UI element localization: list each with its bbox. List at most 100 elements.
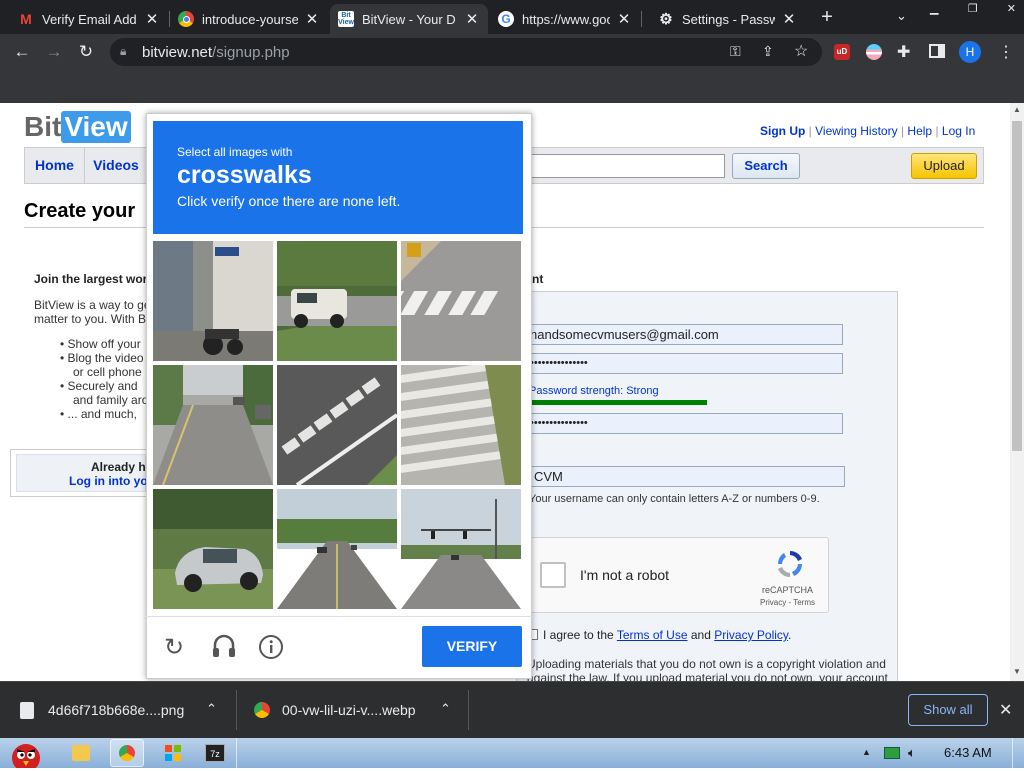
back-icon[interactable]: ← [10,40,34,64]
tab-settings[interactable]: ⚙ Settings - Passw ✕ [650,4,805,34]
clock[interactable]: 6:43 AM [944,745,992,760]
recaptcha-terms-link[interactable]: Terms [793,598,815,607]
7zip-icon[interactable]: 7z [205,744,225,762]
list-item: or cell phone [73,365,142,379]
list-item: • Show off your [60,337,141,351]
nav-home[interactable]: Home [25,148,85,183]
avatar[interactable]: H [959,41,981,63]
tab-strip: M Verify Email Add ✕ introduce-yoursel ✕… [0,0,1024,34]
url-path: /signup.php [212,44,290,61]
info-icon[interactable] [258,634,284,660]
flag-extension-icon[interactable] [866,44,882,60]
new-tab-button[interactable]: + [816,6,838,28]
chevron-up-icon[interactable]: ⌃ [206,701,217,717]
windows-logo-icon[interactable] [164,744,182,762]
reload-icon[interactable]: ↻ [74,40,98,64]
taskbar-chrome[interactable] [110,739,144,767]
chrome-icon [254,702,270,718]
captcha-tile[interactable] [153,365,273,485]
verify-button[interactable]: VERIFY [422,626,522,667]
privacy-link[interactable]: Privacy Policy [714,628,788,642]
tab-introduce[interactable]: introduce-yoursel ✕ [170,4,328,34]
form-heading: nt [532,272,544,286]
help-link[interactable]: Help [907,124,932,138]
sidebar-icon[interactable] [929,44,945,58]
login-link[interactable]: Log In [942,124,975,138]
username-field[interactable]: CVM [529,466,845,487]
show-desktop-button[interactable] [1012,738,1024,768]
captcha-tile[interactable] [401,365,521,485]
show-all-button[interactable]: Show all [908,694,988,726]
upload-button[interactable]: Upload [911,153,977,179]
scrollbar[interactable]: ▲ ▼ [1010,103,1024,681]
taskbar: 7z ▲ 🔈︎ 6:43 AM [0,738,1024,771]
password-strength-label: Password strength: Strong [529,385,659,397]
file-icon [20,702,34,719]
page-title: Create your [24,200,136,222]
nav-videos[interactable]: Videos [85,148,147,183]
star-icon[interactable]: ☆ [794,41,808,61]
recaptcha-widget: I'm not a robot reCAPTCHA Privacy - Term… [527,537,829,613]
password-field[interactable]: ••••••••••••••• [525,353,843,374]
captcha-tile[interactable] [401,241,521,361]
viewing-history-link[interactable]: Viewing History [815,124,897,138]
captcha-tile[interactable] [401,489,521,609]
close-icon[interactable]: ✕ [781,10,797,28]
gear-icon: ⚙ [659,11,673,28]
close-icon[interactable]: ✕ [464,10,480,28]
close-icon[interactable]: ✕ [616,10,632,28]
captcha-tile[interactable] [277,489,397,609]
recaptcha-privacy-link[interactable]: Privacy [760,598,786,607]
chevron-up-icon[interactable]: ⌃ [440,701,451,717]
top-links: Sign Up | Viewing History | Help | Log I… [760,124,976,138]
lock-icon: 🔒︎ [120,44,127,58]
captcha-tile[interactable] [277,241,397,361]
close-icon[interactable]: ✕ [144,10,160,28]
join-heading: Join the largest wor [34,272,148,286]
tab-google[interactable]: G https://www.goo ✕ [490,4,640,34]
download-item-2[interactable]: 00-vw-lil-uzi-v....webp [282,702,416,718]
tab-bitview[interactable]: Bit View BitView - Your D ✕ [330,4,488,34]
close-icon[interactable]: ✕ [304,10,320,28]
login-into-link[interactable]: Log in into yo [69,474,148,488]
restore-icon[interactable]: ❐ [968,2,978,18]
volume-icon[interactable]: 🔈︎ [908,745,916,761]
forward-icon[interactable]: → [42,40,66,64]
captcha-tile[interactable] [153,241,273,361]
captcha-tile[interactable] [277,365,397,485]
headphones-icon[interactable] [211,633,237,659]
menu-icon[interactable]: ⋮ [998,42,1014,62]
email-field[interactable]: handsomecvmusers@gmail.com [525,324,843,345]
download-item-1[interactable]: 4d66f718b668e....png [48,702,184,718]
signup-form: handsomecvmusers@gmail.com •••••••••••••… [516,291,898,681]
password-strength-bar [529,400,707,405]
chevron-down-icon[interactable]: ⌄ [896,8,907,24]
username-hint: Your username can only contain letters A… [529,493,820,505]
search-input[interactable] [505,154,725,178]
intro-text-1: BitView is a way to ge [34,298,151,312]
terms-link[interactable]: Terms of Use [617,628,688,642]
close-window-icon[interactable]: ✕ [1007,2,1024,18]
recaptcha-checkbox[interactable] [540,562,566,588]
confirm-password-field[interactable]: ••••••••••••••• [525,413,843,434]
tab-gmail[interactable]: M Verify Email Add ✕ [10,4,168,34]
folder-icon[interactable] [72,745,90,761]
network-icon[interactable] [884,747,900,759]
key-icon[interactable]: ⚿ [730,43,741,60]
share-icon[interactable]: ⇪ [762,43,774,60]
minimize-icon[interactable]: ▁ [930,2,938,18]
search-button[interactable]: Search [732,153,800,179]
captcha-tile[interactable] [153,489,273,609]
ublock-icon[interactable]: uD [834,44,850,60]
agree-text: I agree to the [543,628,614,642]
address-bar[interactable]: 🔒︎ bitview.net/signup.php ⚿ ⇪ ☆ [110,38,822,66]
signup-link[interactable]: Sign Up [760,124,805,138]
url-host: bitview.net [142,44,213,61]
close-icon[interactable]: ✕ [999,700,1012,720]
puzzle-icon[interactable]: ✚ [897,42,910,62]
intro-text-2: matter to you. With B [34,312,147,326]
reload-challenge-icon[interactable]: ↻ [164,633,184,662]
bitview-logo[interactable]: Bit View [24,109,131,143]
start-button-icon[interactable] [4,738,48,771]
tray-expand-icon[interactable]: ▲ [862,747,871,757]
